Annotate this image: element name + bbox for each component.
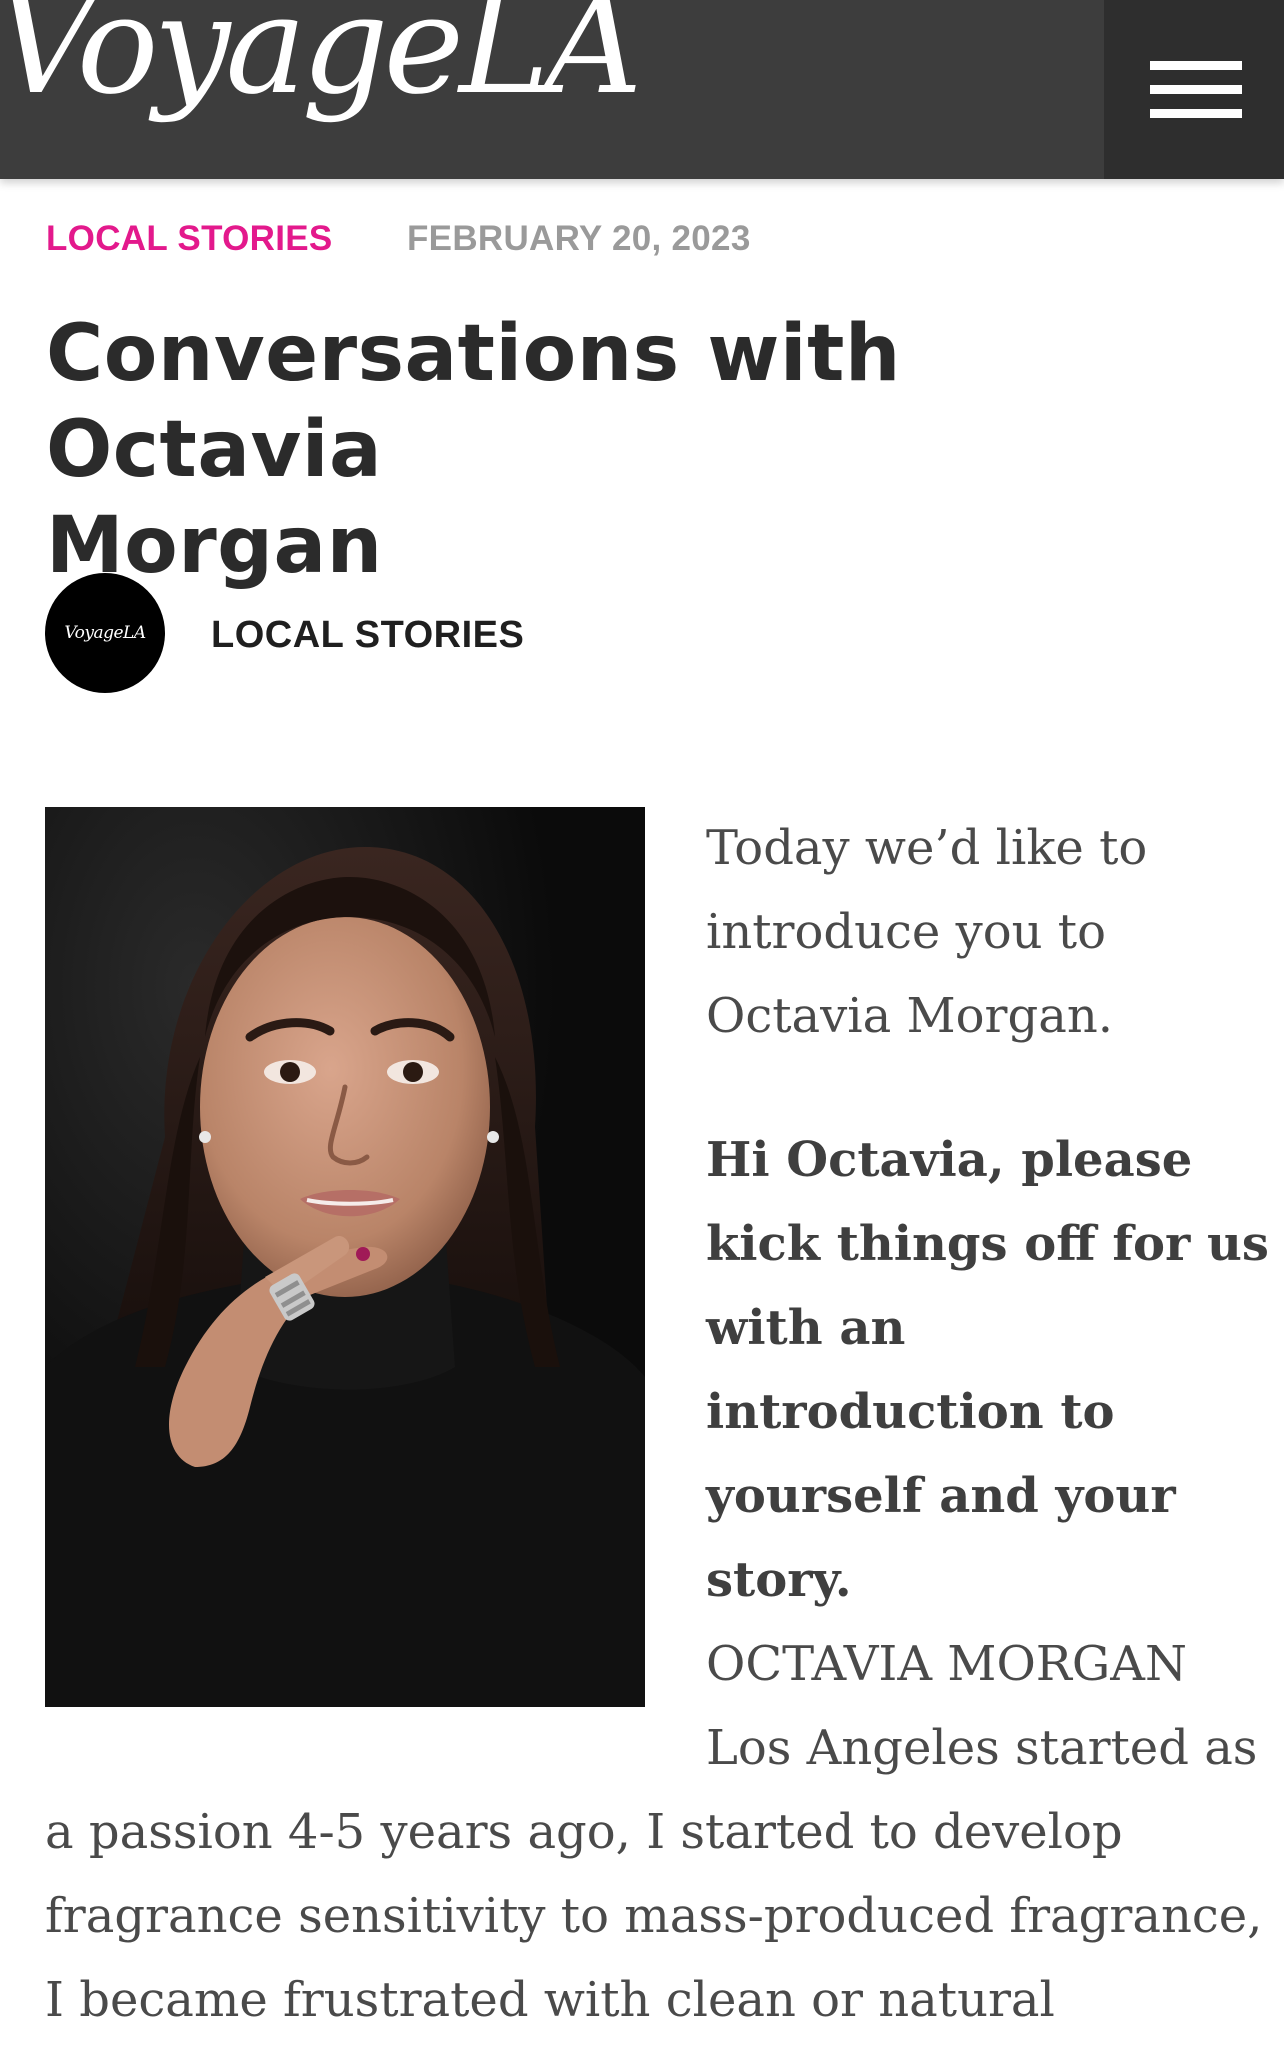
article-title: Conversations with Octavia Morgan	[46, 306, 1246, 594]
answer-line: OCTAVIA MORGAN	[706, 1636, 1187, 1692]
portrait-photo	[45, 807, 645, 1707]
answer-line: Los Angeles started as	[706, 1720, 1258, 1776]
intro-line: introduce you to	[706, 904, 1106, 960]
author-avatar[interactable]: VoyageLA	[45, 573, 165, 693]
site-logo[interactable]: VoyageLA	[0, 0, 643, 114]
question-line: yourself and your	[706, 1468, 1176, 1524]
intro-line: Octavia Morgan.	[706, 988, 1113, 1044]
question-line: story.	[706, 1552, 852, 1608]
answer-side-text: OCTAVIA MORGAN Los Angeles started as	[706, 1622, 1257, 1790]
question-line: introduction to	[706, 1384, 1115, 1440]
avatar-logo-text: VoyageLA	[64, 623, 146, 643]
author-name[interactable]: LOCAL STORIES	[211, 614, 524, 657]
intro-paragraph: Today we’d like to introduce you to Octa…	[706, 806, 1147, 1058]
menu-button[interactable]	[1104, 0, 1284, 179]
answer-line: a passion 4-5 years ago, I started to de…	[45, 1804, 1123, 1860]
interview-question: Hi Octavia, please kick things off for u…	[706, 1118, 1269, 1622]
title-line-1: Conversations with Octavia	[46, 309, 901, 495]
question-line: Hi Octavia, please	[706, 1132, 1193, 1188]
intro-line: Today we’d like to	[706, 820, 1148, 876]
answer-line: fragrance sensitivity to mass-produced f…	[45, 1888, 1263, 1944]
answer-line: I became frustrated with clean or natura…	[45, 1972, 1055, 2028]
site-header: VoyageLA	[0, 0, 1284, 179]
question-line: kick things off for us	[706, 1216, 1269, 1272]
category-link[interactable]: LOCAL STORIES	[46, 219, 333, 259]
question-line: with an	[706, 1300, 906, 1356]
publish-date: FEBRUARY 20, 2023	[407, 219, 751, 258]
answer-paragraph: a passion 4-5 years ago, I started to de…	[45, 1790, 1262, 2042]
